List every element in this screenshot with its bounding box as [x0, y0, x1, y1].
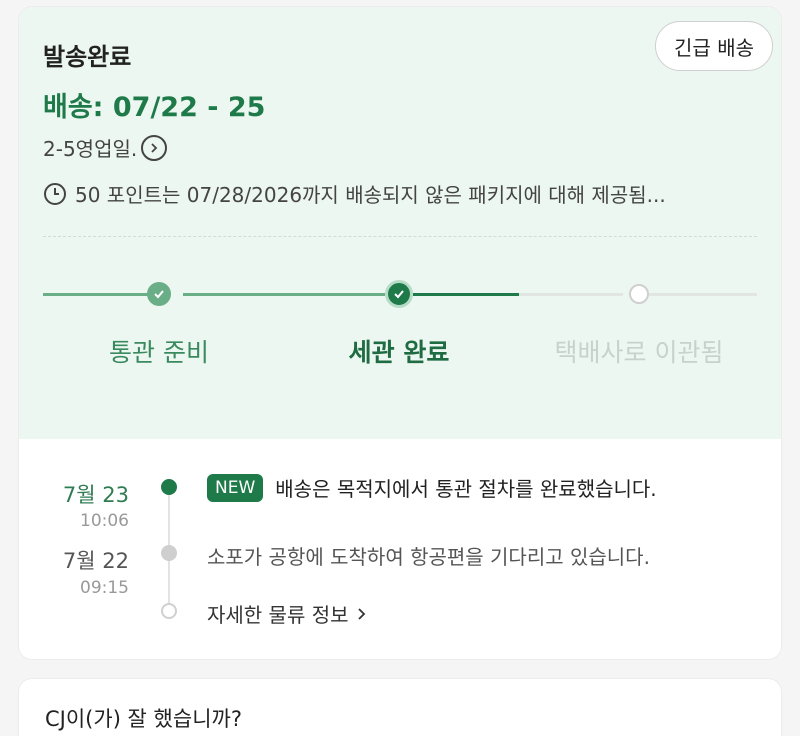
business-days-text: 2-5영업일. [43, 137, 138, 161]
event-text: 배송은 목적지에서 통관 절차를 완료했습니다. [275, 477, 657, 501]
progress-line-segment [413, 293, 519, 296]
eta-text: 배송: 07/22 - 25 [43, 92, 266, 123]
event-time: 10:06 [80, 511, 129, 531]
logistics-details-link[interactable]: 자세한 물류 정보 [207, 599, 367, 628]
timeline-event: 소포가 공항에 도착하여 항공편을 기다리고 있습니다. [207, 541, 650, 570]
chevron-right-circle-icon[interactable] [141, 134, 168, 161]
shipment-summary-panel: 발송완료 긴급 배송 배송: 07/22 - 25 2-5영업일. 50 포인트… [19, 7, 781, 439]
step-current-check-icon [385, 280, 413, 308]
chevron-right-icon [357, 607, 365, 620]
points-notice-text: 50 포인트는 07/28/2026까지 배송되지 않은 패키지에 대해 제공됨… [75, 183, 666, 207]
status-title: 발송완료 [43, 43, 132, 71]
progress-line-segment [649, 293, 757, 296]
step-label-customs-prep: 통관 준비 [109, 338, 209, 367]
timeline-dot-more [161, 603, 177, 619]
logistics-details-label: 자세한 물류 정보 [207, 603, 349, 627]
step-label-handed-to-courier: 택배사로 이관됨 [554, 338, 724, 367]
points-notice: 50 포인트는 07/28/2026까지 배송되지 않은 패키지에 대해 제공됨… [43, 179, 763, 208]
clock-icon [44, 182, 66, 205]
step-check-icon [147, 282, 171, 306]
timeline-event: NEW 배송은 목적지에서 통관 절차를 완료했습니다. [207, 473, 657, 502]
event-date: 7월 22 [62, 549, 129, 573]
shipment-card: 발송완료 긴급 배송 배송: 07/22 - 25 2-5영업일. 50 포인트… [18, 6, 782, 660]
event-date: 7월 23 [62, 483, 129, 507]
event-time: 09:15 [80, 578, 129, 598]
progress-line-segment [519, 293, 623, 296]
business-days-row[interactable]: 2-5영업일. [43, 133, 168, 162]
timeline-dot [161, 545, 177, 561]
progress-line-segment [43, 293, 159, 296]
courier-review-card: CJ이(가) 잘 했습니까? [18, 678, 782, 736]
urgent-delivery-button[interactable]: 긴급 배송 [655, 21, 773, 71]
step-pending-icon [629, 284, 649, 304]
step-label-customs-done: 세관 완료 [348, 338, 450, 367]
timeline-dot-active [161, 479, 177, 495]
event-text: 소포가 공항에 도착하여 항공편을 기다리고 있습니다. [207, 545, 650, 569]
progress-line-segment [183, 293, 385, 296]
divider [43, 236, 757, 237]
new-badge: NEW [207, 473, 264, 502]
review-question: CJ이(가) 잘 했습니까? [45, 707, 242, 731]
